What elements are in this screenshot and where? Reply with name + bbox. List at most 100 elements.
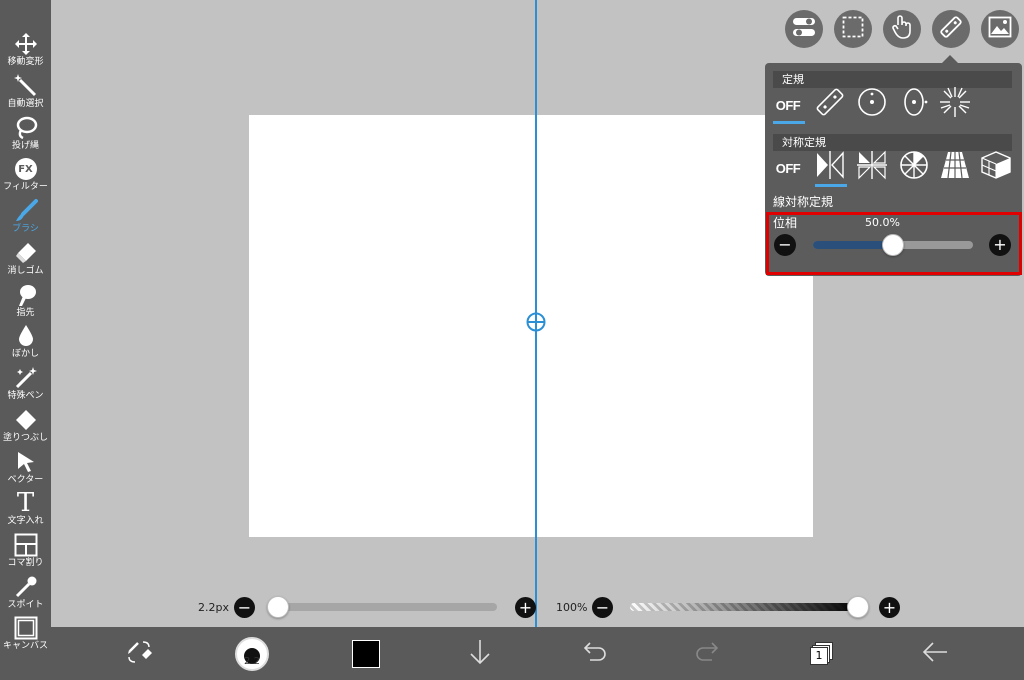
frame-divider-icon	[13, 533, 39, 557]
selected-indicator	[815, 184, 847, 187]
tool-magic-wand[interactable]: 自動選択	[0, 72, 51, 114]
tool-label: 自動選択	[7, 99, 44, 109]
brush-size-value: 2.2px	[198, 601, 229, 614]
arrow-left-icon	[921, 640, 949, 668]
undo-icon	[581, 640, 607, 668]
tool-label: コマ割り	[7, 558, 44, 568]
tool-label: 指先	[16, 308, 35, 318]
ellipse-ruler-icon	[899, 87, 929, 121]
rotational-symmetry-option[interactable]	[855, 150, 889, 184]
tool-frame-divider[interactable]: コマ割り	[0, 531, 51, 573]
current-color-swatch	[352, 639, 380, 668]
tool-move[interactable]: 移動変形	[0, 30, 51, 72]
tool-eraser[interactable]: 消しゴム	[0, 239, 51, 281]
brush-size-decrease-button[interactable]: −	[234, 597, 255, 618]
tool-label: 消しゴム	[7, 266, 44, 276]
minus-icon: −	[595, 597, 610, 617]
tool-fill[interactable]: 塗りつぶし	[0, 406, 51, 448]
layers-button[interactable]: 1	[797, 627, 847, 680]
tool-label: ぼかし	[11, 349, 39, 359]
tool-label: 塗りつぶし	[2, 433, 49, 443]
tool-label: フィルター	[3, 182, 48, 192]
brush-size-preview-button[interactable]: 2.2	[227, 627, 277, 680]
tool-label: スポイト	[7, 600, 44, 610]
tool-blur[interactable]: ぼかし	[0, 322, 51, 364]
ruler-button[interactable]	[932, 10, 970, 48]
download-button[interactable]	[455, 627, 505, 680]
ruler-heading: 定規	[773, 71, 1012, 88]
tool-brush[interactable]: ブラシ	[0, 197, 51, 239]
highlight-box	[766, 212, 1022, 275]
fill-icon	[13, 408, 39, 432]
tool-vector[interactable]: ベクター	[0, 448, 51, 490]
finger-icon	[13, 283, 39, 307]
touch-button[interactable]	[883, 10, 921, 48]
perspective-3d-icon	[980, 150, 1012, 184]
off-label: OFF	[775, 97, 801, 113]
tool-text[interactable]: T 文字入れ	[0, 489, 51, 531]
brush-preview-icon: 2.2	[235, 636, 269, 671]
lasso-icon	[13, 116, 39, 140]
arrow-down-icon	[468, 638, 492, 670]
symmetry-off-option[interactable]: OFF	[771, 151, 805, 185]
tool-eyedropper[interactable]: スポイト	[0, 573, 51, 615]
ellipse-ruler-option[interactable]	[897, 87, 931, 121]
symmetry-guide-line[interactable]	[535, 0, 537, 680]
back-button[interactable]	[910, 627, 960, 680]
eraser-icon	[13, 241, 39, 265]
layers-icon: 1	[810, 641, 834, 666]
image-icon	[988, 16, 1012, 42]
tool-special-pen[interactable]: 特殊ペン	[0, 364, 51, 406]
kaleidoscope-option[interactable]	[897, 150, 931, 184]
tool-filter[interactable]: FX フィルター	[0, 155, 51, 197]
perspective-3d-option[interactable]	[979, 150, 1013, 184]
circle-ruler-icon	[857, 87, 887, 121]
magic-wand-icon	[13, 74, 39, 98]
straight-ruler-icon	[815, 87, 845, 121]
move-icon	[13, 32, 39, 56]
tool-canvas[interactable]: キャンバス	[0, 614, 51, 656]
tool-label: 投げ縄	[11, 141, 39, 151]
circle-ruler-option[interactable]	[855, 87, 889, 121]
kaleidoscope-icon	[899, 150, 929, 184]
reference-image-button[interactable]	[981, 10, 1019, 48]
straight-ruler-option[interactable]	[813, 87, 847, 121]
tool-sidebar: 移動変形 自動選択 投げ縄 FX フィルター ブラシ 消しゴム 指先 ぼかし 特…	[0, 0, 51, 680]
blur-icon	[13, 324, 39, 348]
minus-icon: −	[237, 597, 252, 617]
guide-handle-icon[interactable]	[526, 312, 546, 332]
text-icon: T	[16, 488, 35, 518]
off-label: OFF	[775, 160, 801, 176]
tool-lasso[interactable]: 投げ縄	[0, 114, 51, 156]
layer-count: 1	[810, 646, 828, 665]
perspective-option[interactable]	[938, 150, 972, 184]
redo-button[interactable]	[683, 627, 733, 680]
tool-label: ブラシ	[12, 224, 39, 234]
eyedropper-icon	[13, 575, 39, 599]
brush-size-increase-button[interactable]: +	[515, 597, 536, 618]
vector-icon	[13, 450, 39, 474]
opacity-decrease-button[interactable]: −	[592, 597, 613, 618]
plus-icon: +	[518, 597, 533, 617]
opacity-slider-knob[interactable]	[847, 596, 869, 618]
radial-ruler-option[interactable]	[938, 87, 972, 121]
color-picker-button[interactable]	[341, 627, 391, 680]
ruler-icon	[939, 15, 963, 43]
tool-label: キャンバス	[2, 641, 48, 651]
brush-icon	[13, 199, 39, 223]
opacity-slider-track[interactable]	[630, 596, 869, 618]
selection-button[interactable]	[834, 10, 872, 48]
opacity-increase-button[interactable]: +	[879, 597, 900, 618]
toggle-icon	[792, 16, 816, 42]
ruler-off-option[interactable]: OFF	[771, 88, 805, 122]
hand-icon	[891, 15, 913, 43]
undo-button[interactable]	[569, 627, 619, 680]
tool-finger[interactable]: 指先	[0, 281, 51, 323]
swap-brush-eraser-button[interactable]	[114, 627, 164, 680]
brush-size-slider-track[interactable]	[267, 596, 497, 618]
line-symmetry-option[interactable]	[813, 150, 847, 184]
redo-icon	[695, 640, 721, 668]
opacity-value: 100%	[556, 601, 588, 614]
brush-size-slider-knob[interactable]	[267, 596, 289, 618]
toggle-button[interactable]	[785, 10, 823, 48]
